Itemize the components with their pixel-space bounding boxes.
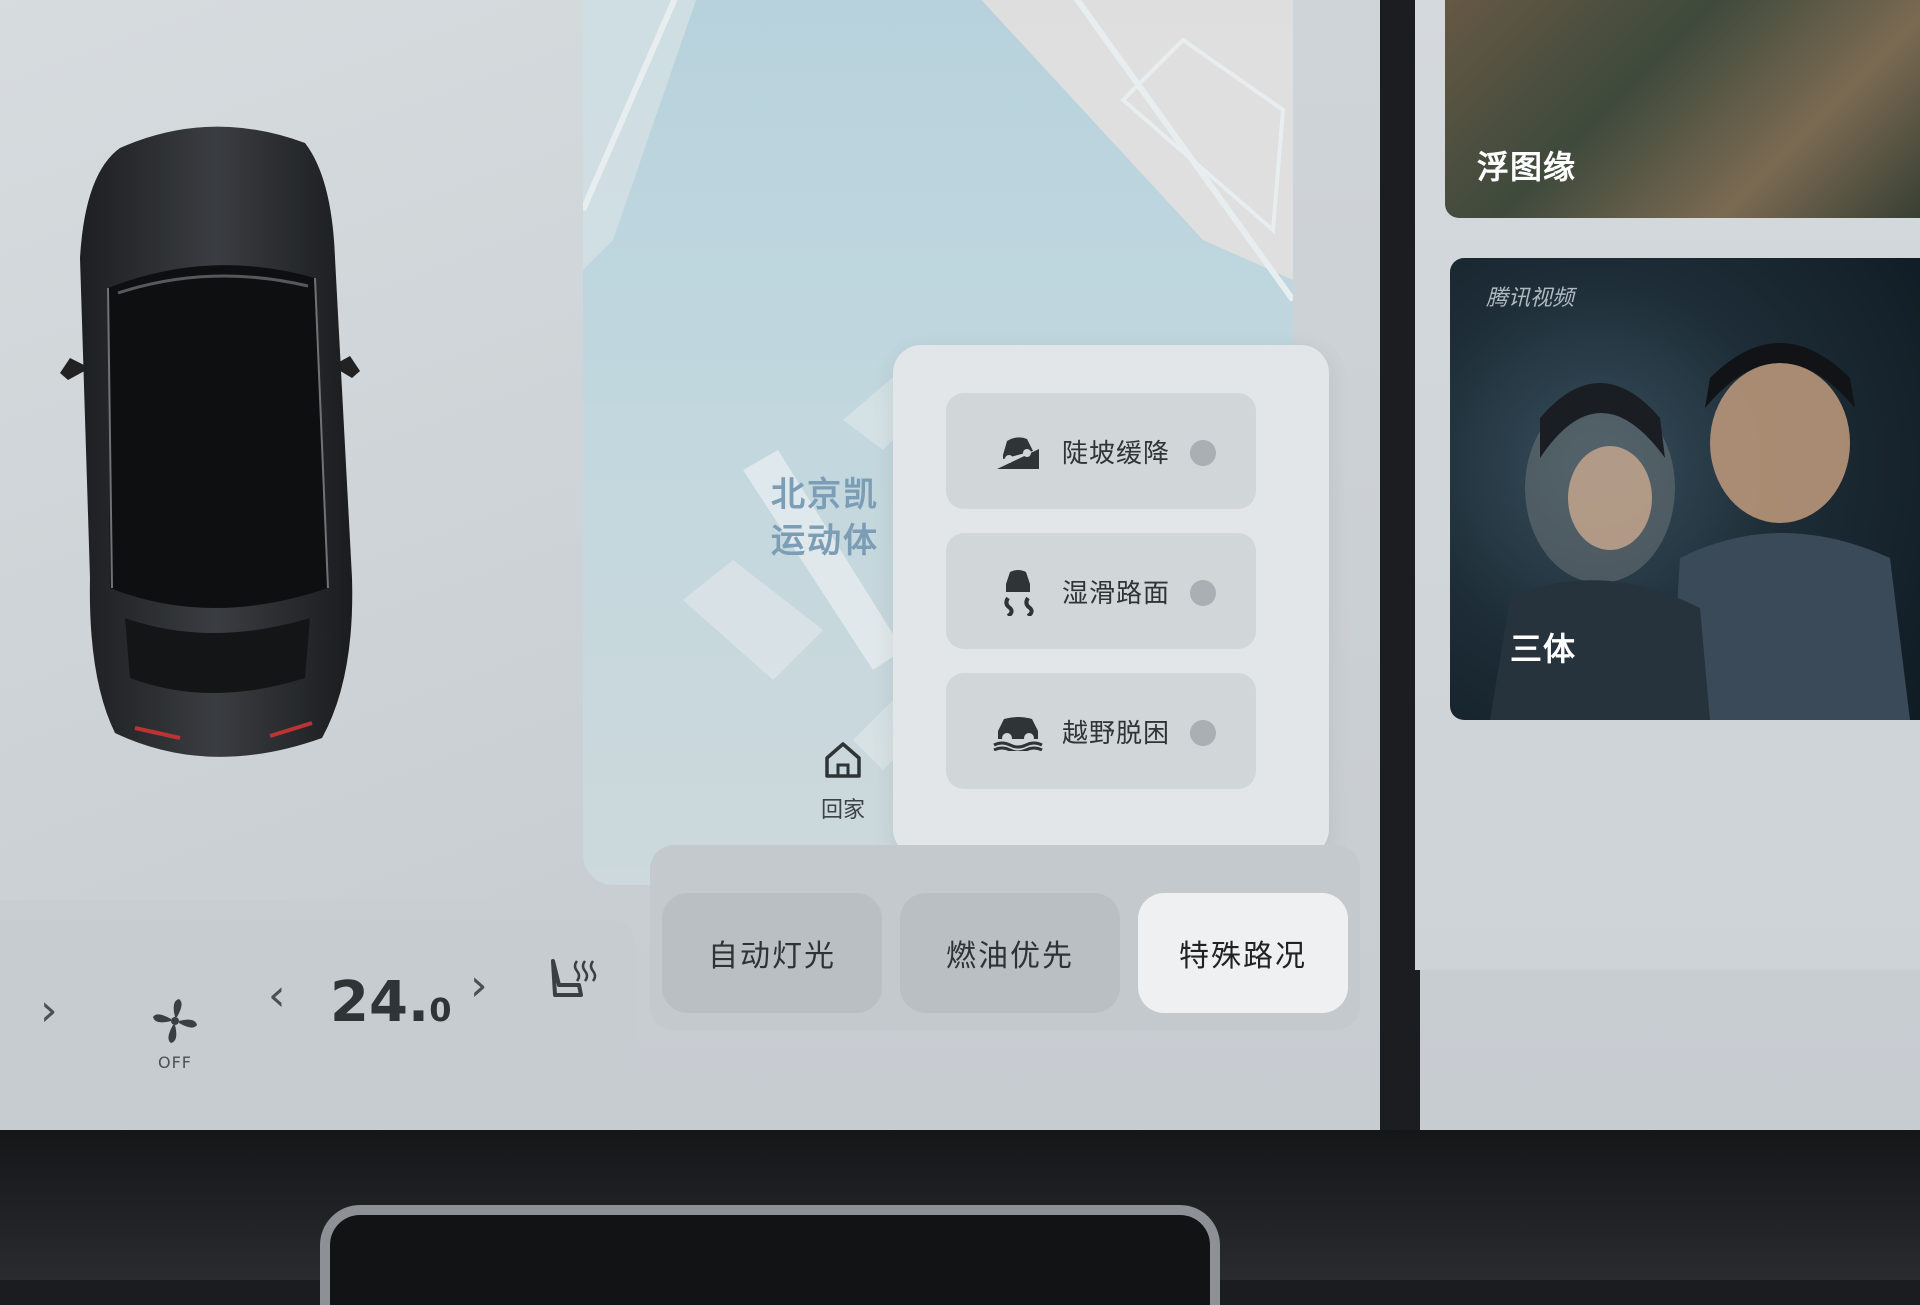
fan-state-label: OFF xyxy=(158,1053,192,1072)
mode-label: 越野脱困 xyxy=(1062,718,1171,749)
temp-decrease-button[interactable]: ‹ xyxy=(268,970,286,1021)
home-label: 回家 xyxy=(820,798,865,823)
temperature-decimal: 0 xyxy=(429,991,452,1029)
screen-divider xyxy=(1380,0,1420,1130)
home-icon xyxy=(825,742,861,778)
mode-offroad-escape[interactable]: 越野脱困 xyxy=(946,673,1256,789)
temperature-integer: 24. xyxy=(330,970,430,1035)
mode-toggle[interactable] xyxy=(1190,580,1216,606)
offroad-escape-icon xyxy=(993,717,1043,751)
climate-bar xyxy=(0,920,635,1090)
infotainment-screen: 北京凯 运动体 回家 陡坡缓降 湿滑路面 越野脱困 浮图缘 腾讯视频 三体 › … xyxy=(0,0,1920,1130)
prev-arrow[interactable]: › xyxy=(40,985,58,1036)
mode-toggle[interactable] xyxy=(1190,440,1216,466)
temp-increase-button[interactable]: › xyxy=(470,960,488,1011)
media-poster[interactable]: 浮图缘 xyxy=(1445,0,1920,218)
fan-icon xyxy=(153,999,197,1043)
mode-hill-descent[interactable]: 陡坡缓降 xyxy=(946,393,1256,509)
mode-label: 陡坡缓降 xyxy=(1062,438,1171,469)
mode-label: 湿滑路面 xyxy=(1062,578,1171,609)
poster-title: 三体 xyxy=(1510,630,1577,668)
auto-light-button[interactable]: 自动灯光 xyxy=(662,893,882,1013)
special-road-button[interactable]: 特殊路况 xyxy=(1138,893,1348,1013)
fuel-priority-button[interactable]: 燃油优先 xyxy=(900,893,1120,1013)
poster-title: 浮图缘 xyxy=(1477,148,1577,186)
quick-control-bar: 自动灯光 燃油优先 特殊路况 xyxy=(650,845,1360,1030)
seat-heating-button[interactable] xyxy=(545,955,597,1011)
vehicle-top-view xyxy=(60,126,360,757)
home-shortcut-button[interactable]: 回家 xyxy=(783,738,903,838)
temperature-display: 24.0 xyxy=(330,970,451,1035)
hill-descent-icon xyxy=(997,437,1039,469)
special-road-mode-popup: 陡坡缓降 湿滑路面 越野脱困 xyxy=(893,345,1329,857)
mode-toggle[interactable] xyxy=(1190,720,1216,746)
air-vent xyxy=(320,1205,1220,1305)
map-place-label: 北京凯 运动体 xyxy=(771,475,879,561)
fan-control[interactable]: OFF xyxy=(140,995,210,1072)
media-poster[interactable]: 腾讯视频 三体 xyxy=(1450,258,1920,720)
seat-heat-icon xyxy=(551,959,597,997)
slippery-road-icon xyxy=(1004,570,1034,616)
mode-slippery-road[interactable]: 湿滑路面 xyxy=(946,533,1256,649)
